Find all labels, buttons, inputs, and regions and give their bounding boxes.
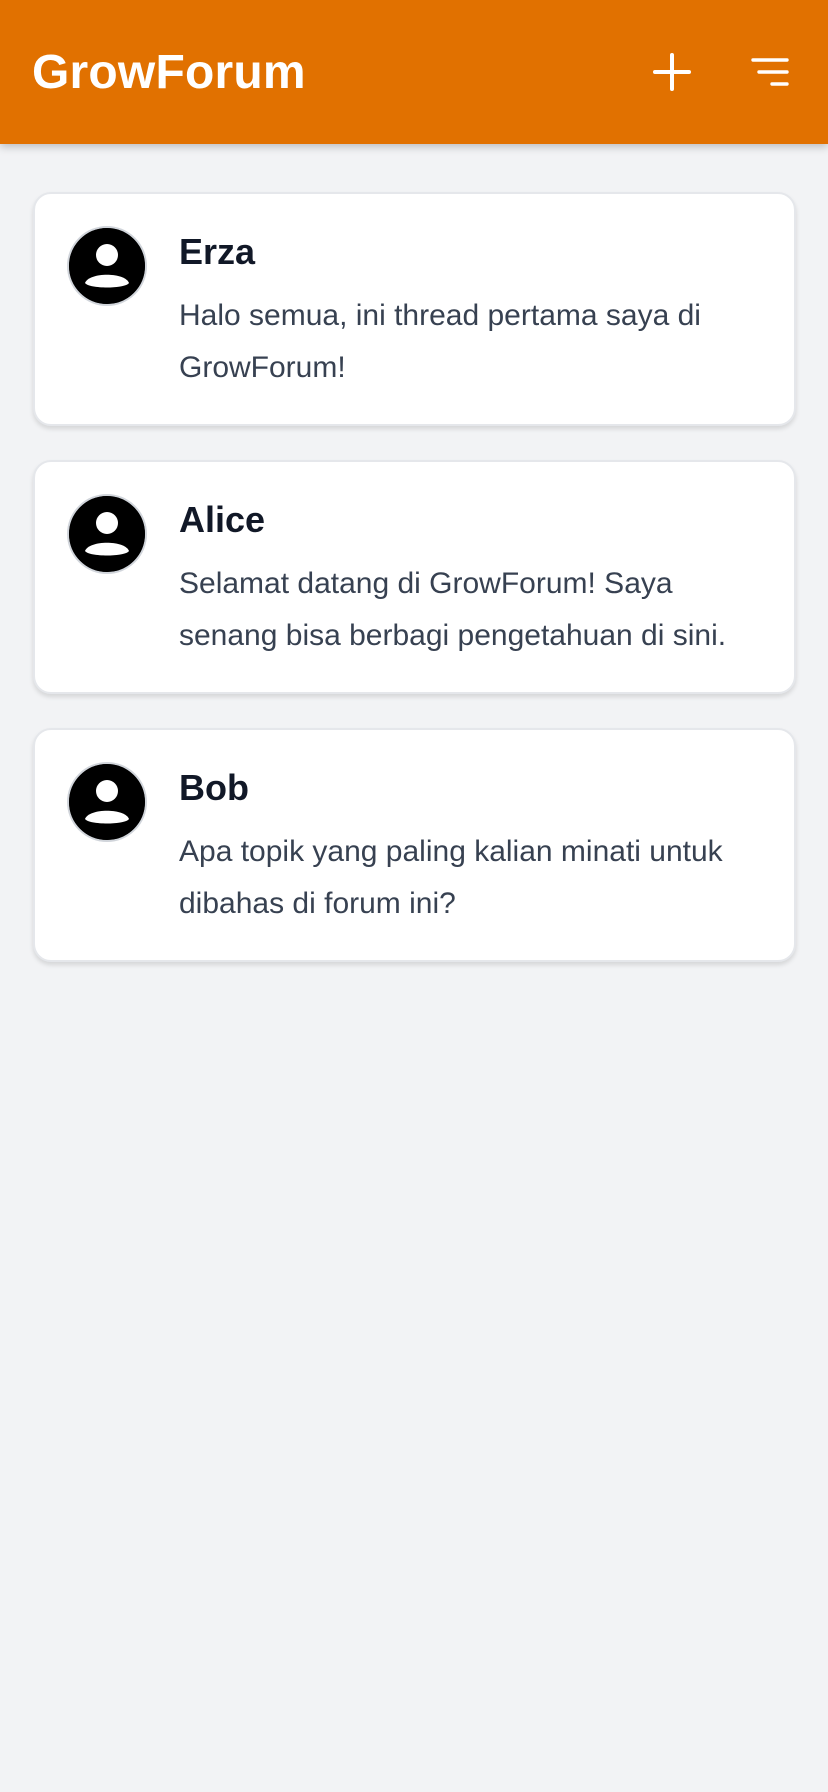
avatar <box>67 494 147 574</box>
add-thread-button[interactable] <box>652 52 692 92</box>
thread-content: Alice Selamat datang di GrowForum! Saya … <box>179 494 764 692</box>
thread-author: Erza <box>179 231 256 272</box>
thread-body: Halo semua, ini thread pertama saya di G… <box>179 299 701 384</box>
thread-list: Erza Halo semua, ini thread pertama saya… <box>33 192 796 962</box>
thread-body: Selamat datang di GrowForum! Saya senang… <box>179 567 727 652</box>
user-avatar-icon <box>69 496 145 572</box>
avatar <box>67 226 147 306</box>
thread-card[interactable]: Erza Halo semua, ini thread pertama saya… <box>33 192 796 426</box>
thread-content: Bob Apa topik yang paling kalian minati … <box>179 762 764 960</box>
thread-card[interactable]: Alice Selamat datang di GrowForum! Saya … <box>33 460 796 694</box>
thread-content: Erza Halo semua, ini thread pertama saya… <box>179 226 764 424</box>
app-header: GrowForum <box>0 0 828 144</box>
user-avatar-icon <box>69 228 145 304</box>
plus-icon <box>653 53 691 91</box>
thread-author: Alice <box>179 499 266 540</box>
thread-author: Bob <box>179 767 249 808</box>
menu-button[interactable] <box>750 52 790 92</box>
menu-icon <box>751 58 789 86</box>
thread-card[interactable]: Bob Apa topik yang paling kalian minati … <box>33 728 796 962</box>
app-title: GrowForum <box>32 45 306 99</box>
avatar <box>67 762 147 842</box>
thread-body: Apa topik yang paling kalian minati untu… <box>179 835 723 920</box>
user-avatar-icon <box>69 764 145 840</box>
header-actions <box>652 52 790 92</box>
